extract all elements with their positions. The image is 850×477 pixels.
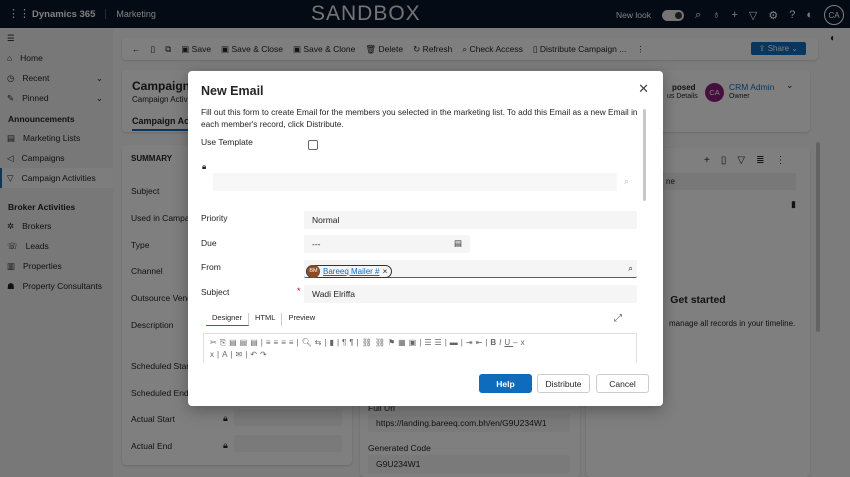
lock-icon: 🔒︎ xyxy=(202,162,207,171)
dialog-description: Fill out this form to create Email for t… xyxy=(201,107,638,129)
from-avatar: BM xyxy=(307,264,320,278)
priority-select[interactable]: Normal xyxy=(304,211,637,229)
editor-tabs: Designer HTML Preview xyxy=(206,313,321,326)
search-icon: ⌕ xyxy=(624,176,630,186)
priority-label: Priority xyxy=(201,213,228,223)
due-date-input[interactable]: --- ▤ xyxy=(304,235,470,253)
search-icon[interactable]: ⌕ xyxy=(628,263,633,274)
from-lookup[interactable]: BM Bareeq Mailer # × ⌕ xyxy=(304,260,637,278)
subject-input[interactable]: Wadi Elriffa xyxy=(304,285,637,303)
expand-icon[interactable]: ⤢ xyxy=(614,313,622,324)
new-email-dialog: New Email ✕ Fill out this form to create… xyxy=(188,71,663,406)
calendar-icon[interactable]: ▤ xyxy=(454,238,462,249)
required-indicator: * xyxy=(297,286,301,296)
editor-toolbar[interactable]: ✂⎘▤▤▤|≡≡≡≡|🔍︎⇆|▮|¶¶|⛓⛓⚑▦▣|☰☰|▬|⇥⇤|BIU–x x… xyxy=(203,333,637,363)
help-button[interactable]: Help xyxy=(479,374,532,393)
from-chip[interactable]: BM Bareeq Mailer # × xyxy=(306,264,393,278)
tab-preview[interactable]: Preview xyxy=(282,313,321,326)
template-lookup xyxy=(213,173,617,191)
from-name[interactable]: Bareeq Mailer # xyxy=(323,267,379,276)
tab-html[interactable]: HTML xyxy=(249,313,283,326)
subject-label: Subject xyxy=(201,287,230,297)
from-label: From xyxy=(201,262,221,272)
dialog-title: New Email xyxy=(201,84,264,98)
use-template-label: Use Template xyxy=(201,137,253,147)
cancel-button[interactable]: Cancel xyxy=(596,374,649,393)
tab-designer[interactable]: Designer xyxy=(206,313,250,326)
close-icon[interactable]: ✕ xyxy=(638,81,649,97)
due-value: --- xyxy=(312,239,321,249)
distribute-button[interactable]: Distribute xyxy=(537,374,590,393)
use-template-checkbox[interactable] xyxy=(308,140,318,150)
dialog-scrollbar[interactable] xyxy=(643,109,646,201)
due-label: Due xyxy=(201,238,217,248)
remove-icon[interactable]: × xyxy=(382,266,387,276)
